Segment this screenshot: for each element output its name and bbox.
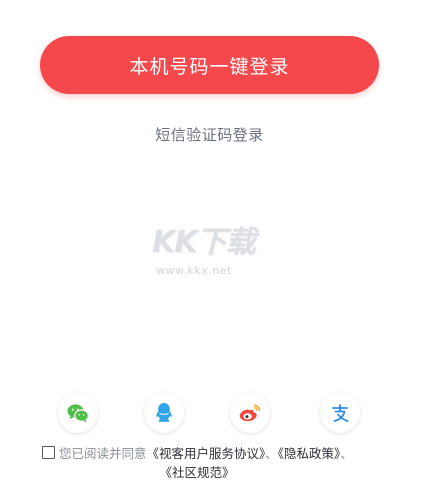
watermark-url: www.kkx.net: [156, 264, 232, 277]
watermark: KK下载 www.kkx.net: [152, 226, 276, 284]
user-agreement-link[interactable]: 《视客用户服务协议》: [147, 446, 266, 461]
login-screen: 本机号码一键登录 短信验证码登录 KK下载 www.kkx.net 您已阅读并同…: [0, 0, 423, 500]
watermark-logo: KK下载: [152, 225, 256, 260]
weibo-icon: [239, 404, 261, 422]
weibo-login-button[interactable]: [230, 393, 270, 433]
agreement-separator: 、: [265, 446, 278, 461]
agreement-line-2: 《社区规范》: [42, 463, 392, 482]
one-click-login-button[interactable]: 本机号码一键登录: [40, 36, 379, 94]
social-login-row: [0, 393, 423, 433]
one-click-login-label: 本机号码一键登录: [129, 55, 290, 78]
agreement-checkbox[interactable]: [42, 446, 55, 459]
sms-login-label: 短信验证码登录: [155, 126, 264, 144]
wechat-icon: [67, 404, 89, 423]
alipay-login-button[interactable]: [320, 393, 360, 433]
agreement-prefix: 您已阅读并同意: [59, 446, 147, 461]
agreement-text: 您已阅读并同意《视客用户服务协议》、《隐私政策》、 《社区规范》: [42, 444, 392, 482]
agreement-separator: 、: [340, 446, 353, 461]
privacy-policy-link[interactable]: 《隐私政策》: [278, 446, 341, 461]
community-rules-link[interactable]: 《社区规范》: [159, 465, 234, 480]
qq-icon: [156, 403, 172, 422]
qq-login-button[interactable]: [144, 393, 184, 433]
alipay-icon: [332, 404, 349, 422]
wechat-login-button[interactable]: [58, 393, 98, 433]
sms-login-link[interactable]: 短信验证码登录: [0, 124, 419, 145]
